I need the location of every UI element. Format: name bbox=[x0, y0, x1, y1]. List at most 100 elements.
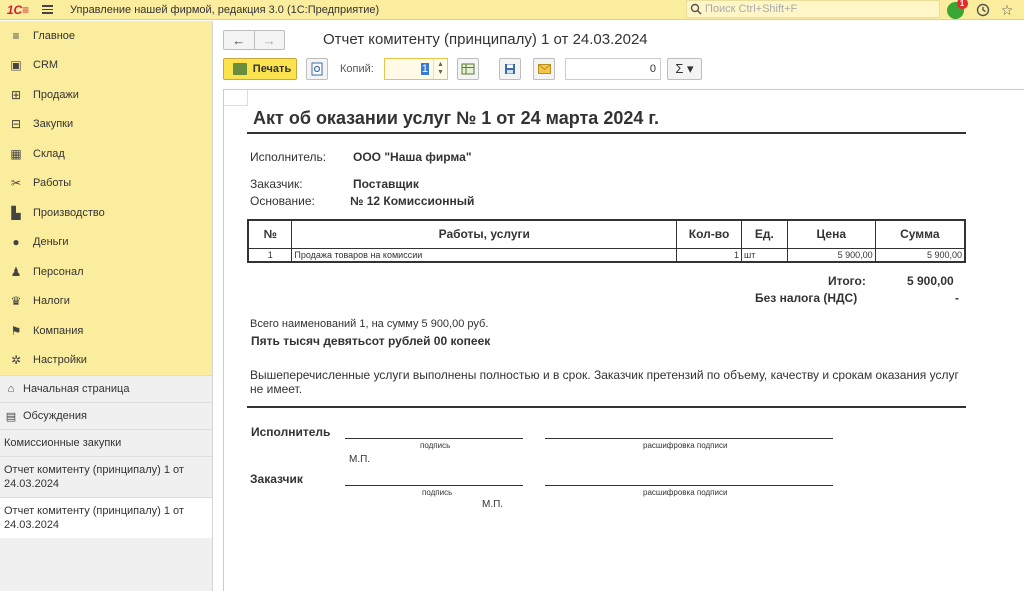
history-icon bbox=[976, 3, 990, 17]
table-header-2: Кол-во bbox=[676, 219, 742, 249]
services-statement: Вышеперечисленные услуги выполнены полно… bbox=[250, 368, 959, 396]
table-cell[interactable]: Продажа товаров на комиссии bbox=[291, 247, 678, 263]
sidebar-section-label: Работы bbox=[33, 177, 72, 190]
envelope-icon bbox=[537, 64, 551, 74]
forward-arrow-icon[interactable]: → bbox=[253, 31, 285, 49]
copies-input[interactable]: 1 ▲ ▼ bbox=[384, 58, 448, 80]
taxes-icon: ♛ bbox=[10, 294, 22, 309]
sidebar-section-label: Производство bbox=[33, 206, 105, 219]
nav-item-label: Обсуждения bbox=[23, 410, 87, 422]
sidebar-section-11[interactable]: ✲ Настройки bbox=[0, 346, 212, 376]
sidebar-section-label: Главное bbox=[33, 29, 76, 42]
search-input[interactable]: Поиск Ctrl+Shift+F bbox=[686, 0, 940, 18]
table-cell[interactable]: 5 900,00 bbox=[874, 247, 966, 263]
customer-decoding-line bbox=[545, 485, 833, 486]
sidebar-section-3[interactable]: ⊟ Закупки bbox=[0, 110, 212, 140]
vat-value: - bbox=[955, 291, 959, 305]
sidebar-section-label: Склад bbox=[33, 147, 65, 160]
table-header-4: Цена bbox=[786, 219, 876, 249]
preview-icon bbox=[311, 62, 323, 76]
crm-card-icon: ▣ bbox=[10, 58, 22, 73]
favorites-star-icon[interactable]: ☆ bbox=[996, 0, 1018, 20]
customer-signature-line bbox=[345, 485, 523, 486]
table-header-3: Ед. bbox=[740, 219, 788, 249]
table-header-0: № bbox=[247, 219, 293, 249]
sidebar-section-label: Продажи bbox=[33, 88, 79, 101]
sidebar-section-1[interactable]: ▣ CRM bbox=[0, 51, 212, 81]
main-menu-icon[interactable] bbox=[36, 0, 58, 20]
table-row: 1 Продажа товаров на комиссии 1 шт 5 900,00 5… bbox=[247, 247, 966, 263]
back-arrow-icon[interactable]: ← bbox=[224, 31, 254, 49]
factory-icon: ▙ bbox=[11, 205, 21, 220]
settings-gear-icon: ✲ bbox=[10, 353, 22, 368]
sidebar-section-label: CRM bbox=[33, 59, 59, 72]
sum-mode-button[interactable]: Σ ▾ bbox=[667, 58, 702, 80]
executor-sign-label: Исполнитель bbox=[251, 425, 331, 439]
customer-signature-caption: подпись bbox=[422, 488, 453, 497]
company-flag-icon: ⚑ bbox=[10, 323, 22, 338]
sidebar-section-6[interactable]: ▙ Производство bbox=[0, 198, 212, 228]
money-icon: ● bbox=[12, 235, 20, 250]
notifications-button[interactable]: 1 bbox=[944, 0, 968, 20]
staff-icon: ♟ bbox=[10, 264, 22, 279]
app-logo-icon[interactable]: 1С ≡ bbox=[0, 0, 36, 20]
nav-item-0[interactable]: ⌂ Начальная страница bbox=[0, 375, 212, 402]
sidebar-section-label: Настройки bbox=[33, 354, 87, 367]
sidebar-section-8[interactable]: ♟ Персонал bbox=[0, 257, 212, 287]
table-header-1: Работы, услуги bbox=[291, 219, 678, 249]
email-button[interactable] bbox=[533, 58, 555, 80]
history-nav: ← → bbox=[223, 30, 285, 50]
history-button[interactable] bbox=[972, 0, 994, 20]
edit-table-icon bbox=[461, 63, 475, 75]
sidebar: ≡ Главное ▣ CRM ⊞ Продажи ⊟ Закупки ▦ Склад ✂ Работ… bbox=[0, 21, 213, 591]
basis-value: № 12 Комиссионный bbox=[350, 194, 475, 208]
save-button[interactable] bbox=[499, 58, 521, 80]
sheet-corner bbox=[224, 90, 248, 106]
open-window-2[interactable]: Отчет комитенту (принципалу) 1 от 24.03.… bbox=[0, 497, 212, 538]
open-window-0[interactable]: Комиссионные закупки bbox=[0, 429, 212, 456]
copies-label: Копий: bbox=[340, 63, 374, 75]
sidebar-section-10[interactable]: ⚑ Компания bbox=[0, 316, 212, 346]
bell-icon: 1 bbox=[946, 0, 968, 19]
toolbar: Печать Копий: 1 ▲ ▼ 0 Σ ▾ bbox=[223, 58, 1013, 80]
services-table: № Работы, услуги Кол-во Ед. Цена Сумма 1 Прода… bbox=[247, 219, 966, 263]
sidebar-section-9[interactable]: ♛ Налоги bbox=[0, 287, 212, 317]
print-button[interactable]: Печать bbox=[223, 58, 297, 80]
discussion-icon: ▤ bbox=[5, 410, 17, 423]
copies-stepper[interactable]: ▲ ▼ bbox=[433, 59, 447, 79]
table-cell[interactable]: 1 bbox=[676, 247, 742, 263]
form-title: Отчет комитенту (принципалу) 1 от 24.03.… bbox=[323, 31, 648, 48]
summary-line: Всего наименований 1, на сумму 5 900,00 … bbox=[250, 318, 489, 330]
sum-field: 0 bbox=[565, 58, 661, 80]
print-label: Печать bbox=[252, 63, 292, 75]
sidebar-section-4[interactable]: ▦ Склад bbox=[0, 139, 212, 169]
home-icon: ⌂ bbox=[7, 383, 15, 395]
table-cell[interactable]: 1 bbox=[247, 247, 293, 263]
sidebar-section-0[interactable]: ≡ Главное bbox=[0, 21, 212, 51]
purchases-icon: ⊟ bbox=[10, 117, 22, 132]
spreadsheet-document[interactable]: Акт об оказании услуг № 1 от 24 марта 20… bbox=[223, 89, 1024, 591]
preview-button[interactable] bbox=[306, 58, 328, 80]
customer-label: Заказчик: bbox=[250, 177, 303, 191]
tools-icon: ✂ bbox=[10, 176, 22, 191]
table-cell[interactable]: шт bbox=[740, 247, 788, 263]
title-divider bbox=[247, 132, 966, 134]
table-cell[interactable]: 5 900,00 bbox=[786, 247, 876, 263]
nav-item-label: Начальная страница bbox=[23, 383, 130, 395]
save-disk-icon bbox=[505, 64, 515, 74]
main-area: ← → Отчет комитенту (принципалу) 1 от 24… bbox=[214, 21, 1024, 591]
search-icon bbox=[687, 0, 705, 18]
nav-item-1[interactable]: ▤ Обсуждения bbox=[0, 402, 212, 429]
executor-decoding-caption: расшифровка подписи bbox=[643, 441, 728, 450]
open-window-1[interactable]: Отчет комитенту (принципалу) 1 от 24.03.… bbox=[0, 456, 212, 497]
warehouse-icon: ▦ bbox=[10, 146, 22, 161]
sidebar-section-7[interactable]: ● Деньги bbox=[0, 228, 212, 258]
executor-decoding-line bbox=[545, 438, 833, 439]
edit-button[interactable] bbox=[457, 58, 479, 80]
sidebar-section-5[interactable]: ✂ Работы bbox=[0, 169, 212, 199]
sidebar-section-2[interactable]: ⊞ Продажи bbox=[0, 80, 212, 110]
customer-sign-label: Заказчик bbox=[250, 472, 303, 486]
sections-panel: ≡ Главное ▣ CRM ⊞ Продажи ⊟ Закупки ▦ Склад ✂ Работ… bbox=[0, 21, 212, 375]
table-header-5: Сумма bbox=[874, 219, 966, 249]
logo-text: 1С bbox=[6, 2, 23, 17]
